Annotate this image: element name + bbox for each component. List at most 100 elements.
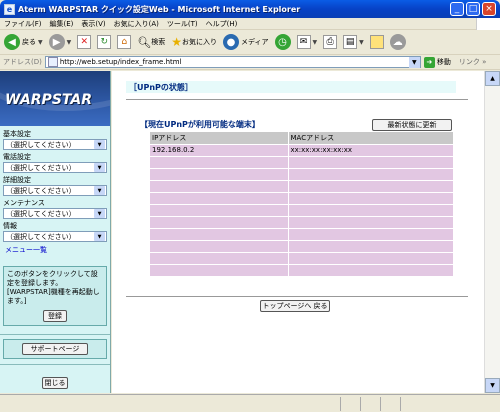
mac-cell [288,179,454,192]
forward-arrow-icon: ▶ [48,34,65,50]
folder-icon [369,35,384,49]
refresh-browser-button[interactable]: ↻ [97,35,112,49]
table-row [150,251,454,264]
section-title: 【現在UPnPが利用可能な端末】 [140,120,260,129]
links-button[interactable]: リンク » [459,57,487,67]
refresh-status-button[interactable]: 最新状態に更新 [372,119,452,131]
phone-settings-select[interactable]: （選択してください） ▼ [3,162,107,173]
scroll-up-icon[interactable]: ▲ [485,71,500,86]
mac-cell [288,251,454,264]
scroll-down-icon[interactable]: ▼ [485,378,500,393]
media-label: メディア [240,38,269,46]
vertical-scrollbar[interactable]: ▲ ▼ [484,71,500,393]
support-box: サポートページ [3,339,107,359]
select-value: （選択してください） [6,140,76,149]
media-icon: ● [222,34,239,50]
messenger-button[interactable]: ☁ [389,34,406,50]
close-button[interactable]: 閉じる [42,377,68,389]
select-value: （選択してください） [6,232,76,241]
back-button[interactable]: ◀ 戻る ▼ [4,34,43,50]
address-input[interactable]: http://web.setup/index_frame.html ▼ [44,56,421,68]
table-row [150,179,454,192]
status-bar [0,394,500,412]
register-box: このボタンをクリックして設定を登録します。[WARPSTAR]機種を再起動します… [3,266,107,326]
info-select[interactable]: （選択してください） ▼ [3,231,107,242]
menu-list-link[interactable]: メニュー一覧 [0,242,110,258]
select-value: （選択してください） [6,186,76,195]
home-button[interactable]: ⌂ [117,35,132,49]
ip-cell [150,215,289,228]
go-label: 移動 [436,58,451,66]
menu-edit[interactable]: 編集(E) [46,19,78,29]
close-window-button[interactable]: × [482,2,496,16]
history-button[interactable]: ◷ [274,34,291,50]
chevron-down-icon: ▼ [66,38,72,46]
mail-button[interactable]: ✉ ▼ [296,35,318,49]
history-icon: ◷ [274,34,291,50]
warpstar-logo: WARPSTAR [0,71,110,126]
nav-basic-label: 基本設定 [3,130,31,138]
chevron-down-icon[interactable]: ▼ [94,186,105,195]
media-button[interactable]: ● メディア [222,34,269,50]
forward-button[interactable]: ▶ ▼ [48,34,72,50]
menu-help[interactable]: ヘルプ(H) [202,19,242,29]
back-to-top-button[interactable]: トップページへ 戻る [260,300,330,312]
menu-file[interactable]: ファイル(F) [0,19,46,29]
chevron-down-icon[interactable]: ▼ [94,140,105,149]
ip-cell [150,251,289,264]
search-label: 検索 [151,38,166,46]
favorites-button[interactable]: ★ お気に入り [171,35,217,49]
menu-bar: ファイル(F) 編集(E) 表示(V) お気に入り(A) ツール(T) ヘルプ(… [0,17,500,30]
chevron-down-icon[interactable]: ▼ [408,56,420,68]
register-button[interactable]: 登録 [43,310,67,322]
minimize-button[interactable]: _ [450,2,464,16]
stop-icon: ✕ [77,35,92,49]
go-button[interactable]: ➜ 移動 [423,56,451,68]
ip-cell [150,227,289,240]
mac-cell [288,191,454,204]
table-row: 192.168.0.2 xx:xx:xx:xx:xx:xx [150,143,454,156]
support-button-wrap: サポートページ [4,343,106,355]
menu-view[interactable]: 表示(V) [77,19,109,29]
discuss-button[interactable] [369,35,384,49]
edit-button[interactable]: ▤ ▼ [343,35,364,49]
table-row [150,167,454,180]
home-icon: ⌂ [117,35,132,49]
ip-cell [150,191,289,204]
chevron-down-icon[interactable]: ▼ [94,163,105,172]
stop-button[interactable]: ✕ [77,35,92,49]
chevron-down-icon[interactable]: ▼ [94,232,105,241]
printer-icon: ⎙ [323,35,338,49]
ip-cell [150,167,289,180]
upnp-table: IPアドレス MACアドレス 192.168.0.2 xx:xx:xx:xx:xx… [150,132,454,276]
chevron-down-icon: ▼ [312,38,318,46]
menu-tools[interactable]: ツール(T) [163,19,202,29]
column-mac: MACアドレス [288,132,454,144]
maintenance-select[interactable]: （選択してください） ▼ [3,208,107,219]
back-arrow-icon: ◀ [4,34,20,50]
nav-info: 情報 （選択してください） ▼ [0,221,110,242]
address-label: アドレス(D) [3,58,42,66]
divider [126,99,468,100]
edit-icon: ▤ [343,35,358,49]
chevron-down-icon[interactable]: ▼ [94,209,105,218]
search-icon: 🔍︎ [137,35,152,49]
print-button[interactable]: ⎙ [323,35,338,49]
maximize-button[interactable]: □ [466,2,480,16]
table-row [150,203,454,216]
table-row [150,239,454,252]
main-frame: ［UPnPの状態］ 【現在UPnPが利用可能な端末】 最新状態に更新 IPアドレ… [112,71,484,393]
menu-favorites[interactable]: お気に入り(A) [110,19,163,29]
table-row [150,263,454,276]
mac-cell [288,239,454,252]
support-page-button[interactable]: サポートページ [22,343,88,355]
logo-text: WARPSTAR [5,92,92,108]
ip-cell [150,155,289,168]
table-body: 192.168.0.2 xx:xx:xx:xx:xx:xx [150,143,454,276]
search-button[interactable]: 🔍︎ 検索 [137,36,165,49]
mail-icon: ✉ [296,35,311,49]
basic-settings-select[interactable]: （選択してください） ▼ [3,139,107,150]
table-row [150,215,454,228]
address-url[interactable]: http://web.setup/index_frame.html [60,58,409,66]
advanced-settings-select[interactable]: （選択してください） ▼ [3,185,107,196]
